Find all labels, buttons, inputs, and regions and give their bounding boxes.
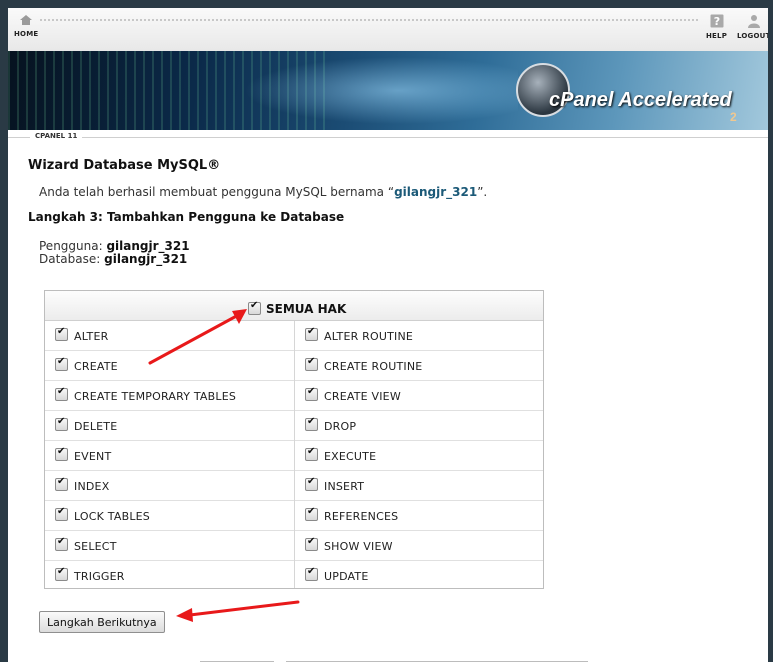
help-label: HELP: [706, 32, 728, 40]
all-privileges-label: SEMUA HAK: [266, 301, 347, 316]
privilege-label: ALTER ROUTINE: [324, 330, 414, 343]
navbar-divider: [40, 19, 698, 21]
browser-frame: HOME ? HELP LOGOUT cPanel Accelerated 2 …: [8, 8, 768, 662]
privilege-label: CREATE: [74, 360, 118, 373]
cpanel-logo-text: cPanel Accelerated: [549, 89, 732, 111]
privilege-label: CREATE VIEW: [324, 390, 401, 403]
privilege-row[interactable]: CREATE VIEW: [295, 381, 543, 411]
privilege-label: CREATE TEMPORARY TABLES: [74, 390, 237, 403]
database-info-row: Database: gilangjr_321: [39, 252, 187, 266]
database-info-label: Database:: [39, 252, 101, 266]
banner-world-map-graphic: [218, 51, 518, 130]
breadcrumb-label: CPANEL 11: [30, 132, 83, 140]
logout-link[interactable]: LOGOUT: [737, 14, 768, 40]
privilege-checkbox[interactable]: [55, 386, 68, 401]
privilege-checkbox[interactable]: [305, 506, 318, 521]
privilege-row[interactable]: DELETE: [45, 411, 294, 441]
privilege-label: INDEX: [74, 480, 110, 493]
user-info-label: Pengguna:: [39, 239, 103, 253]
privilege-label: EVENT: [74, 450, 112, 463]
breadcrumb-line: [8, 137, 768, 138]
privilege-row[interactable]: CREATE TEMPORARY TABLES: [45, 381, 294, 411]
privilege-row[interactable]: REFERENCES: [295, 501, 543, 531]
success-message-prefix: Anda telah berhasil membuat pengguna MyS…: [39, 185, 395, 199]
privilege-label: INSERT: [324, 480, 365, 493]
privilege-label: CREATE ROUTINE: [324, 360, 423, 373]
privilege-row[interactable]: INDEX: [45, 471, 294, 501]
privilege-label: LOCK TABLES: [74, 510, 150, 523]
success-message-username: gilangjr_321: [394, 185, 478, 199]
svg-text:?: ?: [713, 15, 720, 28]
privilege-checkbox[interactable]: [305, 356, 318, 371]
privilege-checkbox[interactable]: [305, 326, 318, 341]
privilege-checkbox[interactable]: [55, 476, 68, 491]
privilege-checkbox[interactable]: [55, 356, 68, 371]
privilege-checkbox[interactable]: [55, 326, 68, 341]
success-message: Anda telah berhasil membuat pengguna MyS…: [39, 185, 487, 199]
breadcrumb-bar: CPANEL 11: [8, 130, 768, 144]
privilege-row[interactable]: TRIGGER: [45, 561, 294, 590]
cpanel-logo-subscript: 2: [730, 110, 737, 124]
help-icon: ?: [710, 14, 724, 28]
privilege-checkbox[interactable]: [305, 416, 318, 431]
step-title: Langkah 3: Tambahkan Pengguna ke Databas…: [28, 210, 345, 224]
privilege-row[interactable]: CREATE ROUTINE: [295, 351, 543, 381]
privilege-row[interactable]: SHOW VIEW: [295, 531, 543, 561]
all-privileges-toggle[interactable]: SEMUA HAK: [248, 298, 346, 317]
privilege-row[interactable]: INSERT: [295, 471, 543, 501]
privilege-row[interactable]: LOCK TABLES: [45, 501, 294, 531]
home-icon: [20, 15, 33, 25]
success-message-suffix: ”.: [477, 185, 488, 199]
privilege-label: SELECT: [74, 540, 117, 553]
home-link[interactable]: HOME: [14, 14, 38, 38]
privileges-table: SEMUA HAK ALTER CREATE CREATE TEMPORARY …: [44, 290, 544, 589]
annotation-arrow-icon: [148, 309, 247, 365]
privilege-checkbox[interactable]: [305, 566, 318, 581]
page-title: Wizard Database MySQL®: [28, 158, 221, 173]
logout-label: LOGOUT: [737, 32, 768, 40]
privileges-header: SEMUA HAK: [45, 291, 543, 321]
privilege-row[interactable]: DROP: [295, 411, 543, 441]
privilege-checkbox[interactable]: [55, 446, 68, 461]
privilege-checkbox[interactable]: [55, 506, 68, 521]
privilege-label: UPDATE: [324, 570, 369, 583]
privilege-row[interactable]: EXECUTE: [295, 441, 543, 471]
next-step-button[interactable]: Langkah Berikutnya: [39, 611, 165, 633]
privilege-label: DELETE: [74, 420, 118, 433]
privilege-label: DROP: [324, 420, 357, 433]
user-info-value: gilangjr_321: [106, 239, 190, 253]
database-info-value: gilangjr_321: [104, 252, 188, 266]
privilege-checkbox[interactable]: [305, 386, 318, 401]
privilege-label: REFERENCES: [324, 510, 399, 523]
privilege-label: SHOW VIEW: [324, 540, 393, 553]
privilege-label: EXECUTE: [324, 450, 377, 463]
help-link[interactable]: ? HELP: [706, 14, 727, 40]
privilege-row[interactable]: EVENT: [45, 441, 294, 471]
user-info-row: Pengguna: gilangjr_321: [39, 239, 190, 253]
home-label: HOME: [14, 30, 39, 38]
cpanel-banner: cPanel Accelerated 2: [8, 51, 768, 130]
top-navbar: HOME ? HELP LOGOUT: [8, 8, 768, 51]
privilege-label: TRIGGER: [74, 570, 125, 583]
privilege-checkbox[interactable]: [55, 536, 68, 551]
privilege-checkbox[interactable]: [55, 566, 68, 581]
privilege-checkbox[interactable]: [305, 536, 318, 551]
privilege-row[interactable]: ALTER ROUTINE: [295, 321, 543, 351]
privilege-row[interactable]: SELECT: [45, 531, 294, 561]
privilege-row[interactable]: UPDATE: [295, 561, 543, 590]
user-icon: [747, 15, 760, 28]
privilege-checkbox[interactable]: [55, 416, 68, 431]
privilege-label: ALTER: [74, 330, 109, 343]
privilege-checkbox[interactable]: [305, 446, 318, 461]
annotation-arrow-icon: [176, 600, 300, 622]
privilege-checkbox[interactable]: [305, 476, 318, 491]
